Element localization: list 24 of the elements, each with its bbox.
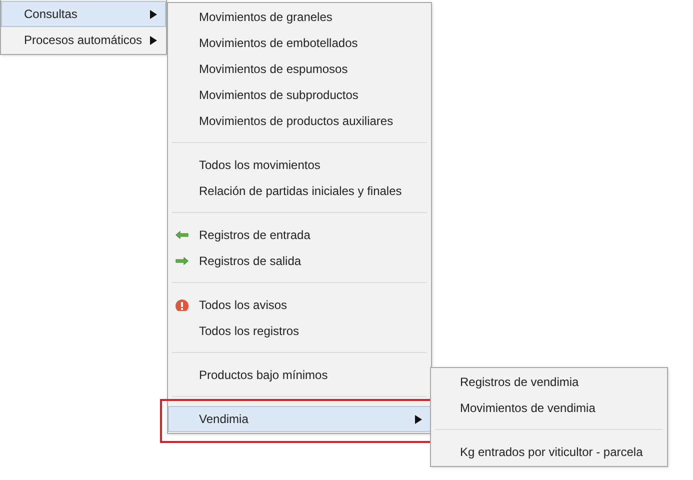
menu-item[interactable]: Registros de vendimia <box>431 369 667 395</box>
menu-item[interactable]: Movimientos de espumosos <box>168 56 431 82</box>
arrow-left-icon <box>175 229 189 241</box>
menu-item[interactable]: Movimientos de embotellados <box>168 30 431 56</box>
menu-item[interactable]: Registros de salida <box>168 248 431 274</box>
arrow-right-icon <box>175 255 189 267</box>
menu-item[interactable]: Todos los avisos <box>168 292 431 318</box>
menu-item[interactable]: Todos los registros <box>168 318 431 344</box>
caret-icon <box>150 36 157 44</box>
caret-icon <box>415 414 422 424</box>
menu-item[interactable]: Procesos automáticos <box>1 27 166 53</box>
caret-icon <box>150 10 157 18</box>
menu-item[interactable]: Productos bajo mínimos <box>168 362 431 388</box>
menu-item[interactable]: Relación de partidas iniciales y finales <box>168 178 431 204</box>
menu-item[interactable]: Movimientos de vendimia <box>431 395 667 421</box>
menu-item[interactable]: Movimientos de productos auxiliares <box>168 108 431 134</box>
menu-item[interactable]: Vendimia <box>168 406 431 432</box>
menu-item[interactable]: Kg entrados por viticultor - parcela <box>431 439 667 465</box>
warning-icon <box>175 299 189 311</box>
menu-item[interactable]: Registros de entrada <box>168 222 431 248</box>
menu-item[interactable]: Consultas <box>1 1 166 27</box>
menu-item[interactable]: Movimientos de subproductos <box>168 82 431 108</box>
menu-item[interactable]: Todos los movimientos <box>168 152 431 178</box>
menu-item[interactable]: Movimientos de graneles <box>168 4 431 30</box>
